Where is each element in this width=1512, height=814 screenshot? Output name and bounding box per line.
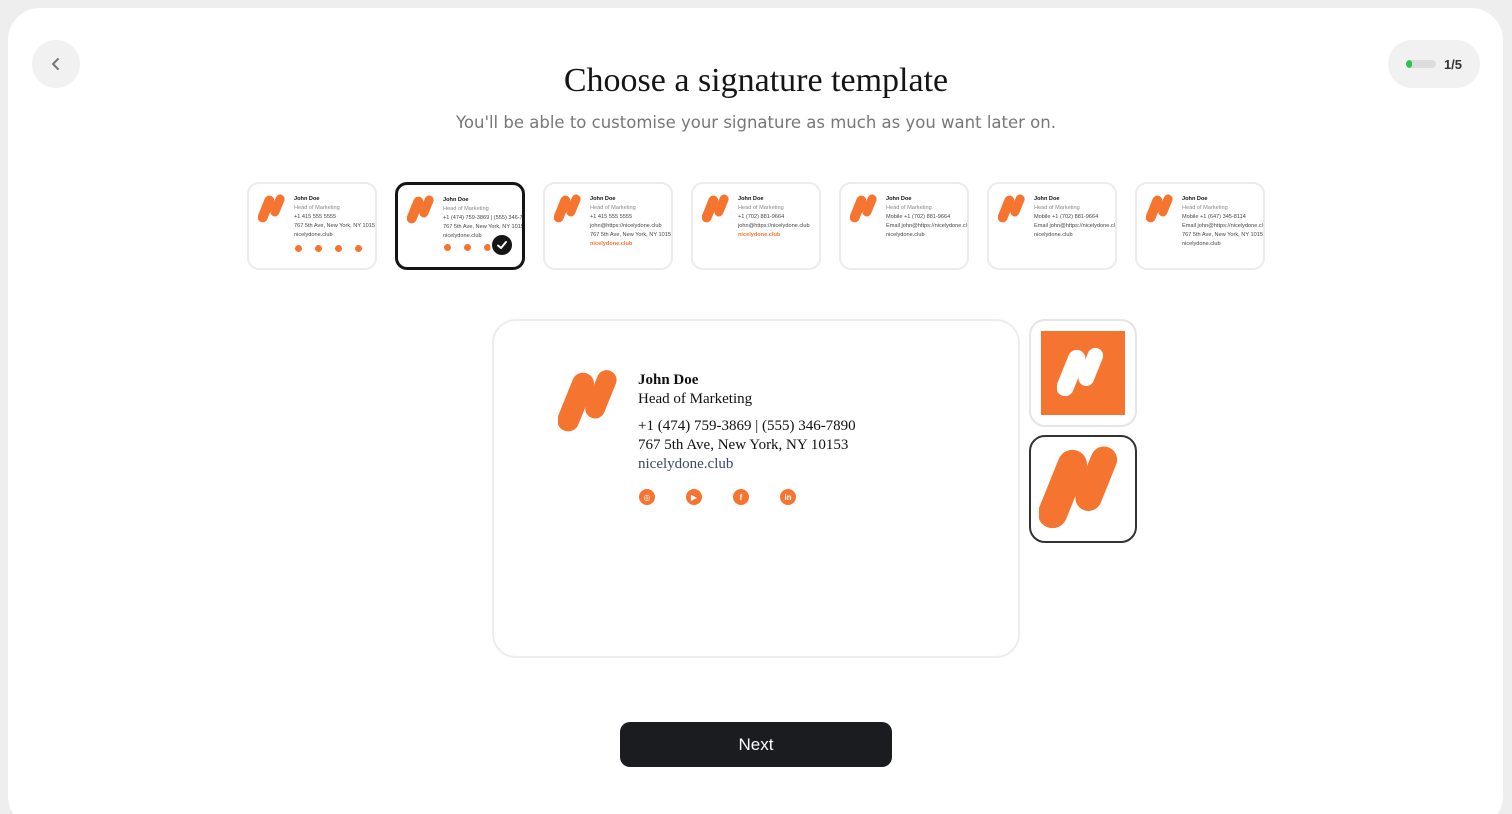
logo-square-background: [1041, 331, 1125, 415]
template-line: nicelydone.club: [294, 232, 333, 238]
page-title: Choose a signature template: [563, 62, 949, 99]
social-dot-icon: [295, 245, 302, 252]
template-card[interactable]: John Doe Head of Marketing +1 415 555 5555…: [543, 182, 673, 270]
template-name: John Doe: [443, 197, 469, 203]
brand-logo-icon: [558, 370, 617, 432]
preview-website: nicelydone.club: [638, 456, 734, 472]
brand-logo-icon: [407, 195, 434, 224]
preview-phone: +1 (474) 759-3869 | (555) 346-7890: [638, 418, 856, 434]
social-dot-icon: [355, 245, 362, 252]
preview-name: John Doe: [638, 372, 699, 388]
template-role: Head of Marketing: [1182, 205, 1228, 211]
facebook-icon: f: [733, 489, 749, 505]
brand-logo-icon: [850, 194, 877, 223]
template-text: John Doe Head of Marketing +1 (702) 881-96…: [738, 195, 810, 240]
brand-logo-icon: [702, 194, 729, 223]
template-text: John Doe Head of Marketing +1 (474) 759-38…: [443, 196, 525, 241]
template-text: John Doe Head of Marketing Mobile +1 (702)…: [1034, 195, 1117, 240]
template-line: nicelydone.club: [886, 232, 925, 238]
template-line: +1 (702) 881-9664: [738, 214, 785, 220]
template-line: nicelydone.club: [590, 241, 633, 247]
template-card[interactable]: John Doe Head of Marketing +1 415 555 5555…: [247, 182, 377, 270]
brand-logo-icon: [554, 194, 581, 223]
page-subtitle: You'll be able to customise your signatu…: [456, 113, 1056, 132]
template-line: 767 5th Ave, New York, NY 10153: [443, 224, 525, 230]
template-role: Head of Marketing: [1034, 205, 1080, 211]
template-text: John Doe Head of Marketing +1 415 555 5555…: [590, 195, 673, 249]
template-line: john@https://nicelydone.club: [590, 223, 662, 229]
template-role: Head of Marketing: [294, 205, 340, 211]
brand-logo-icon: [998, 194, 1025, 223]
template-line: Email john@https://nicelydone.club: [886, 223, 969, 229]
template-line: Mobile +1 (702) 881-9664: [1034, 214, 1099, 220]
template-line: 767 5th Ave, New York, NY 10153: [1182, 232, 1265, 238]
instagram-icon: ◎: [639, 489, 655, 505]
template-line: Mobile +1 (702) 881-9664: [886, 214, 951, 220]
template-role: Head of Marketing: [443, 206, 489, 212]
template-role: Head of Marketing: [738, 205, 784, 211]
template-list: John Doe Head of Marketing +1 415 555 5555…: [247, 182, 1265, 270]
template-line: +1 415 555 5555: [294, 214, 337, 220]
template-text: John Doe Head of Marketing Mobile +1 (702)…: [886, 195, 969, 240]
brand-logo-icon: [1057, 347, 1104, 397]
template-name: John Doe: [1034, 196, 1060, 202]
preview-social-icons: ◎ ▶ f in: [639, 489, 796, 505]
youtube-icon: ▶: [686, 489, 702, 505]
template-role: Head of Marketing: [590, 205, 636, 211]
template-social-icons: [295, 245, 362, 252]
template-role: Head of Marketing: [886, 205, 932, 211]
brand-logo-icon: [1146, 194, 1173, 223]
template-line: Mobile +1 (647) 345-8114: [1182, 214, 1246, 220]
template-line: nicelydone.club: [1182, 241, 1221, 247]
next-button[interactable]: Next: [620, 722, 892, 767]
template-line: +1 415 555 5555: [590, 214, 633, 220]
logo-option-square[interactable]: [1029, 319, 1137, 427]
template-text: John Doe Head of Marketing Mobile +1 (647)…: [1182, 195, 1265, 249]
template-line: 767 5th Ave, New York, NY 10153: [294, 223, 377, 229]
template-name: John Doe: [1182, 196, 1208, 202]
template-line: nicelydone.club: [738, 232, 781, 238]
template-text: John Doe Head of Marketing +1 415 555 5555…: [294, 195, 377, 240]
template-line: 767 5th Ave, New York, NY 10153: [590, 232, 673, 238]
social-dot-icon: [315, 245, 322, 252]
template-card[interactable]: John Doe Head of Marketing Mobile +1 (647)…: [1135, 182, 1265, 270]
template-name: John Doe: [738, 196, 764, 202]
social-dot-icon: [335, 245, 342, 252]
preview-address: 767 5th Ave, New York, NY 10153: [638, 437, 849, 453]
template-card[interactable]: John Doe Head of Marketing Mobile +1 (702)…: [987, 182, 1117, 270]
preview-role: Head of Marketing: [638, 391, 753, 407]
signature-preview: John Doe Head of Marketing +1 (474) 759-…: [492, 319, 1020, 658]
template-line: Email john@https://nicelydone.club: [1182, 223, 1265, 229]
template-name: John Doe: [590, 196, 616, 202]
template-line: nicelydone.club: [1034, 232, 1073, 238]
template-card[interactable]: John Doe Head of Marketing +1 (702) 881-96…: [691, 182, 821, 270]
brand-logo-icon: [1039, 446, 1118, 529]
template-line: Email john@https://nicelydone.club: [1034, 223, 1117, 229]
social-dot-icon: [444, 244, 451, 251]
template-social-icons: [444, 244, 491, 251]
template-name: John Doe: [886, 196, 912, 202]
logo-option-plain[interactable]: [1029, 435, 1137, 543]
template-line: +1 (474) 759-3869 | (555) 346-7890: [443, 215, 525, 221]
social-dot-icon: [464, 244, 471, 251]
brand-logo-icon: [258, 194, 285, 223]
template-card[interactable]: John Doe Head of Marketing +1 (474) 759-38…: [395, 182, 525, 270]
linkedin-icon: in: [780, 489, 796, 505]
selected-check-icon: [490, 233, 514, 257]
template-name: John Doe: [294, 196, 320, 202]
template-card[interactable]: John Doe Head of Marketing Mobile +1 (702)…: [839, 182, 969, 270]
template-line: john@https://nicelydone.club: [738, 223, 810, 229]
